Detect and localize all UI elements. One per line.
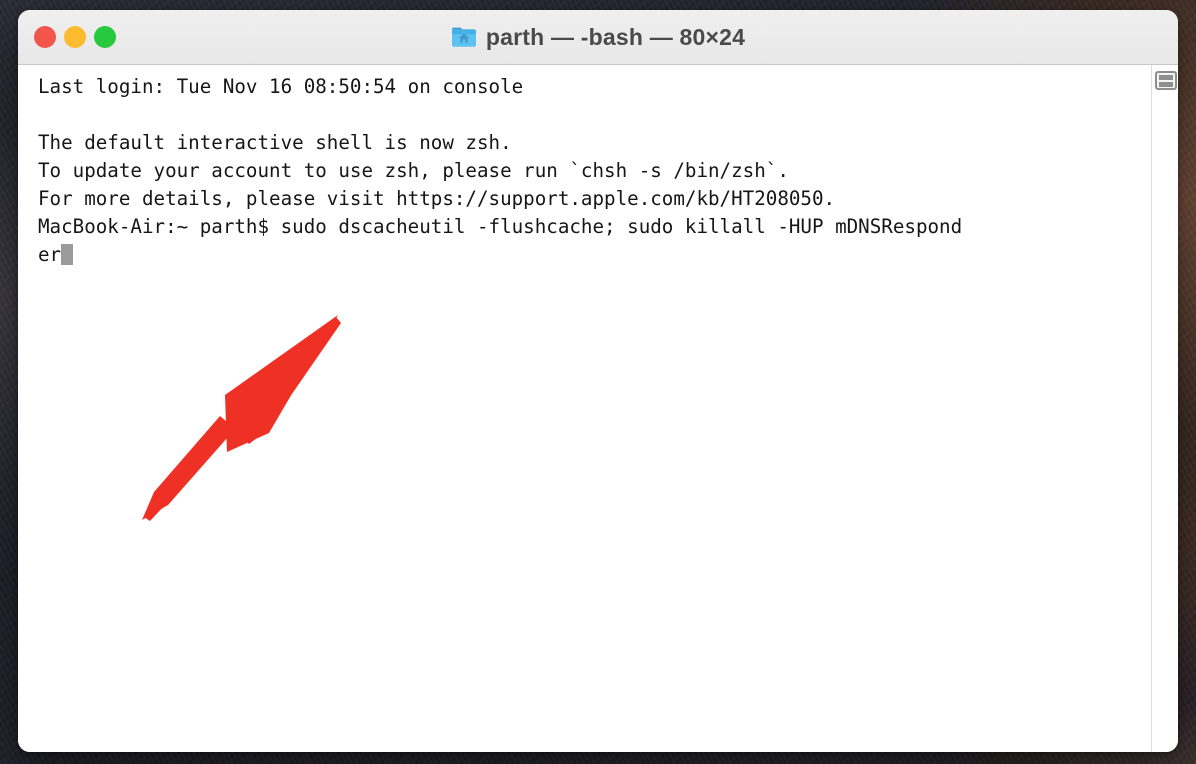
- split-pane-bar-top: [1159, 75, 1173, 80]
- home-folder-icon: [451, 26, 477, 48]
- terminal-line-with-cursor: er: [38, 241, 1151, 269]
- terminal-window: parth — -bash — 80×24 Last login: Tue No…: [18, 10, 1178, 752]
- terminal-line: To update your account to use zsh, pleas…: [38, 159, 789, 182]
- window-controls: [34, 10, 116, 64]
- terminal-scrollbar[interactable]: [1151, 65, 1178, 752]
- terminal-text-area[interactable]: Last login: Tue Nov 16 08:50:54 on conso…: [18, 65, 1151, 752]
- terminal-line: MacBook-Air:~ parth$ sudo dscacheutil -f…: [38, 215, 963, 238]
- terminal-line: Last login: Tue Nov 16 08:50:54 on conso…: [38, 75, 524, 98]
- window-title-bar[interactable]: parth — -bash — 80×24: [18, 10, 1178, 65]
- terminal-body[interactable]: Last login: Tue Nov 16 08:50:54 on conso…: [18, 65, 1178, 752]
- close-button[interactable]: [34, 26, 56, 48]
- terminal-line: The default interactive shell is now zsh…: [38, 131, 512, 154]
- window-title: parth — -bash — 80×24: [485, 23, 746, 50]
- maximize-button[interactable]: [94, 26, 116, 48]
- block-cursor: [61, 244, 73, 265]
- split-pane-bar-bottom: [1159, 82, 1173, 87]
- split-pane-icon[interactable]: [1155, 71, 1177, 90]
- minimize-button[interactable]: [64, 26, 86, 48]
- window-title-group: parth — -bash — 80×24: [18, 10, 1178, 64]
- terminal-line: For more details, please visit https://s…: [38, 187, 836, 210]
- terminal-line-text: er: [38, 243, 62, 266]
